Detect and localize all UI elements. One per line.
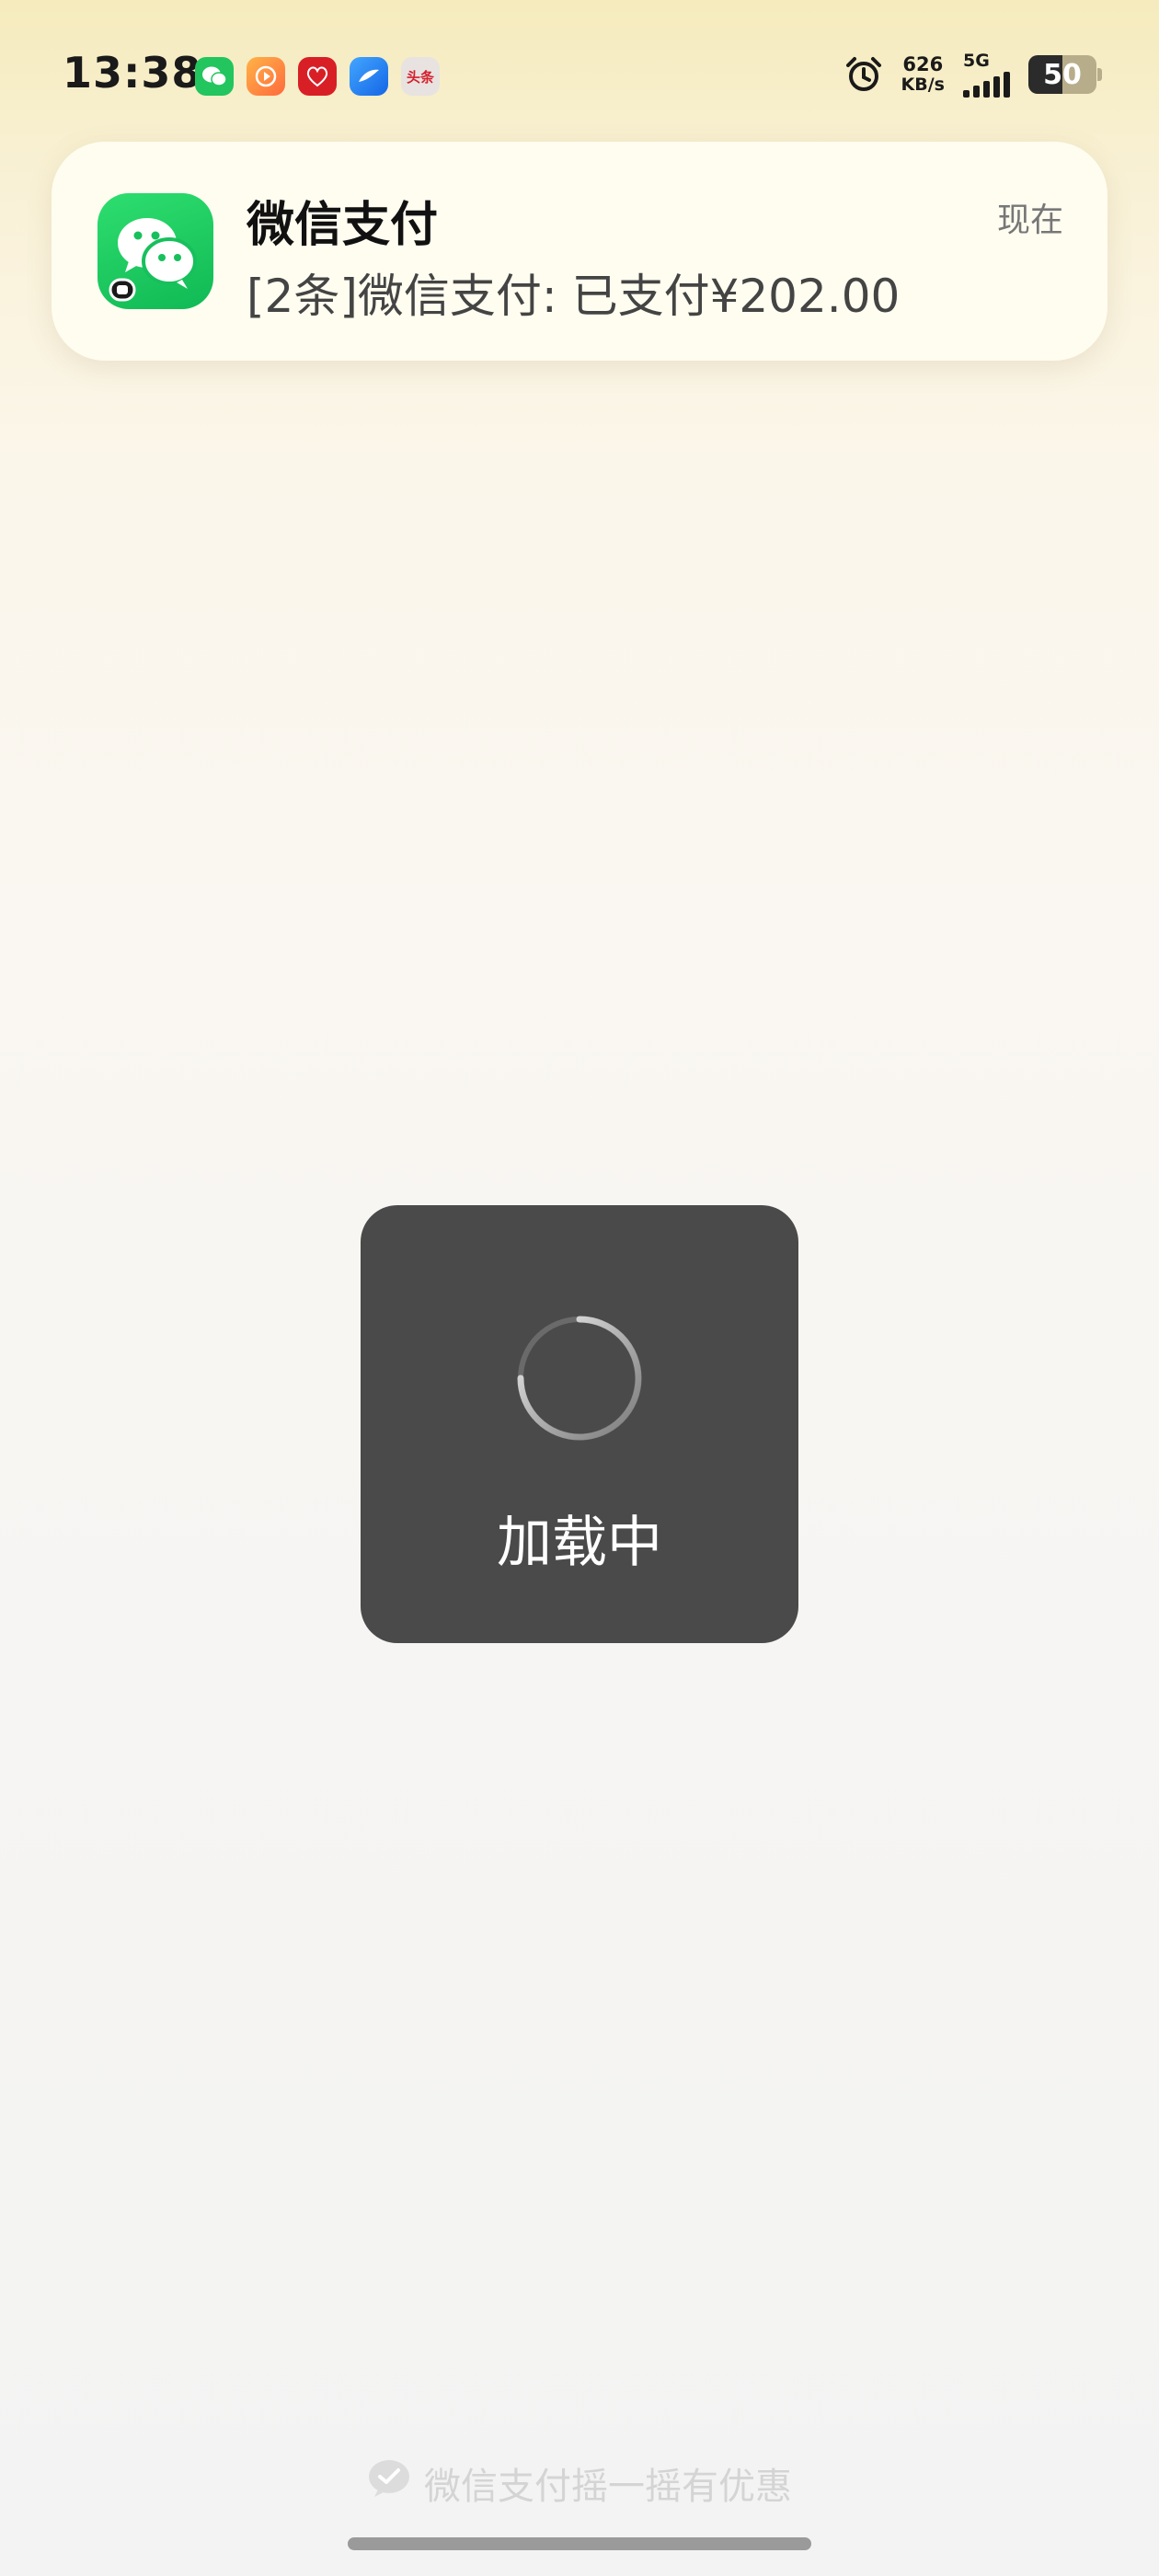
status-time: 13:38 <box>63 48 202 98</box>
cellular-signal: 5G <box>963 52 1010 98</box>
battery-level: 50 <box>1043 58 1082 91</box>
signal-bars-icon <box>963 72 1010 98</box>
network-speed: 626 KB/s <box>901 54 945 95</box>
notification-title: 微信支付 <box>247 198 439 253</box>
wechat-icon <box>195 57 234 96</box>
notification-message: [2条]微信支付: 已支付¥202.00 <box>247 270 901 323</box>
loading-toast: 加载中 <box>361 1205 798 1643</box>
notification-time: 现在 <box>996 201 1063 239</box>
video-app-icon <box>247 57 285 96</box>
home-indicator[interactable] <box>348 2537 811 2550</box>
network-type: 5G <box>963 51 990 71</box>
battery-icon: 50 <box>1028 55 1102 94</box>
network-speed-unit: KB/s <box>901 75 945 95</box>
status-right: 626 KB/s 5G 50 <box>844 52 1102 98</box>
red-app-icon <box>298 57 337 96</box>
loading-label: 加载中 <box>497 1511 662 1575</box>
wechat-icon <box>98 193 213 309</box>
network-speed-value: 626 <box>902 53 944 75</box>
blue-app-icon <box>350 57 388 96</box>
alarm-icon <box>844 55 883 94</box>
status-bar: 13:38 头条 626 KB/s 5G 50 <box>0 0 1159 147</box>
toutiao-icon: 头条 <box>401 57 440 96</box>
promo-banner: 微信支付摇一摇有优惠 <box>0 2456 1159 2510</box>
promo-text: 微信支付摇一摇有优惠 <box>424 2466 792 2508</box>
notification-app-icons: 头条 <box>195 57 440 96</box>
notification-banner[interactable]: 微信支付 现在 [2条]微信支付: 已支付¥202.00 <box>52 142 1107 361</box>
wechat-pay-icon <box>367 2458 411 2508</box>
loading-spinner-icon <box>517 1316 642 1441</box>
